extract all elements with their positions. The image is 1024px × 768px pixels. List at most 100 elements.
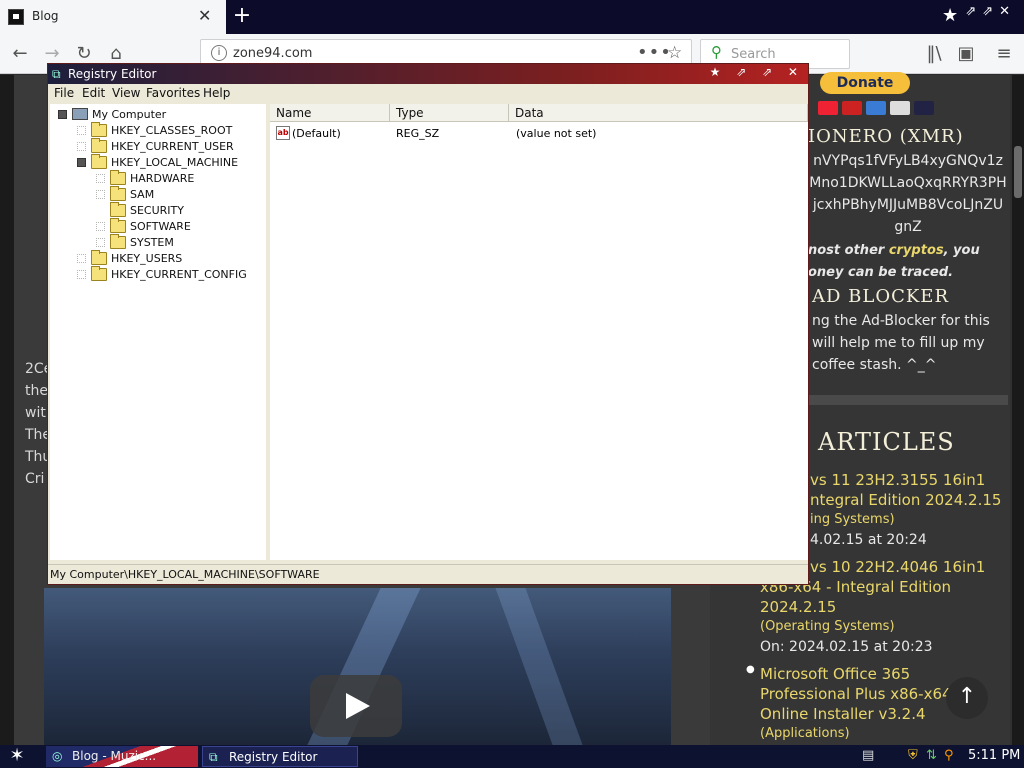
regedit-icon: ⧉ xyxy=(209,750,218,764)
tab-close-icon[interactable]: ✕ xyxy=(198,6,211,25)
folder-icon xyxy=(110,202,126,217)
tree-label: HKEY_LOCAL_MACHINE xyxy=(111,156,239,169)
site-favicon-icon xyxy=(8,9,24,25)
expand-icon[interactable] xyxy=(96,222,105,231)
expand-icon[interactable] xyxy=(77,270,86,279)
article-date: 4.02.15 at 20:24 xyxy=(810,532,927,548)
play-button[interactable] xyxy=(310,675,402,737)
scrollbar-thumb[interactable] xyxy=(1014,146,1022,198)
menu-help[interactable]: Help xyxy=(203,86,230,100)
folder-icon xyxy=(91,138,107,153)
article-item: Microsoft Office 365 Professional Plus x… xyxy=(760,664,962,744)
article-link[interactable]: Online Installer v3.2.4 xyxy=(760,704,962,724)
article-link[interactable]: Professional Plus x86-x64 - xyxy=(760,684,962,704)
tree-label: SECURITY xyxy=(130,204,184,217)
library-icon[interactable]: ‖\ xyxy=(922,42,946,66)
menu-favorites[interactable]: Favorites xyxy=(146,86,200,100)
taskbar-item-regedit[interactable]: ⧉ Registry Editor xyxy=(202,746,358,767)
string-value-icon: ab xyxy=(276,126,290,140)
info-icon[interactable]: i xyxy=(211,45,227,61)
article-category[interactable]: ing Systems) xyxy=(810,510,1001,530)
registry-editor-window: ⧉ Registry Editor ★ ⇗ ⇗ ✕ File Edit View… xyxy=(47,63,809,585)
article-date: On: 2024.02.15 at 20:23 xyxy=(760,639,933,655)
regedit-statusbar: My Computer\HKEY_LOCAL_MACHINE\SOFTWARE xyxy=(48,564,808,584)
browser-window-controls[interactable]: ⇗⇗✕ xyxy=(965,4,1016,19)
article-link[interactable]: 2024.2.15 xyxy=(760,597,985,617)
value-type: REG_SZ xyxy=(396,127,440,140)
tab-title: Blog xyxy=(32,9,59,23)
note-text: oney can be traced. xyxy=(808,265,954,280)
column-header-name[interactable]: Name xyxy=(270,104,390,122)
adblock-heading: AD BLOCKER xyxy=(812,286,950,307)
collapse-icon[interactable] xyxy=(58,110,67,119)
back-arrow-icon[interactable]: ← xyxy=(8,42,32,66)
article-category[interactable]: (Operating Systems) xyxy=(760,617,985,637)
taskbar-item-label: Blog - Muzic... xyxy=(72,749,157,763)
tab-blog[interactable]: Blog ✕ xyxy=(0,0,226,34)
folder-icon xyxy=(110,234,126,249)
values-list[interactable]: Name Type Data ab (Default) REG_SZ (valu… xyxy=(270,104,808,560)
cryptos-link[interactable]: cryptos xyxy=(889,243,944,258)
value-row[interactable]: ab (Default) REG_SZ (value not set) xyxy=(270,124,808,142)
tree-label: SYSTEM xyxy=(130,236,174,249)
folder-icon xyxy=(91,266,107,281)
note-text: nost other xyxy=(808,243,889,258)
scroll-to-top-button[interactable]: ↑ xyxy=(946,677,988,719)
donate-button[interactable]: Donate xyxy=(820,72,910,94)
taskbar-item-browser[interactable]: ◎ Blog - Muzic... xyxy=(46,746,198,767)
sidebar-toggle-icon[interactable]: ▣ xyxy=(954,42,978,66)
open-folder-icon xyxy=(110,218,126,233)
regedit-titlebar[interactable]: ⧉ Registry Editor ★ ⇗ ⇗ ✕ xyxy=(48,64,808,84)
search-tray-icon[interactable]: ⚲ xyxy=(944,748,954,763)
article-category[interactable]: (Applications) xyxy=(760,724,962,744)
collapse-icon[interactable] xyxy=(77,158,86,167)
menu-view[interactable]: View xyxy=(112,86,140,100)
discover-icon xyxy=(890,101,910,115)
bookmark-star-icon[interactable]: ☆ xyxy=(667,43,682,63)
shield-icon[interactable]: ⛨ xyxy=(908,748,918,763)
stage-light xyxy=(495,588,583,745)
regedit-window-controls[interactable]: ★ ⇗ ⇗ ✕ xyxy=(710,65,804,79)
value-data: (value not set) xyxy=(516,127,597,140)
network-icon[interactable]: ⇅ xyxy=(926,748,937,763)
tree-label: HKEY_CURRENT_USER xyxy=(111,140,234,153)
search-placeholder: Search xyxy=(731,47,776,62)
expand-icon[interactable] xyxy=(77,126,86,135)
article-link[interactable]: vs 11 23H2.3155 16in1 xyxy=(810,470,1001,490)
browser-tab-strip: Blog ✕ + ★ ⇗⇗✕ xyxy=(0,0,1024,34)
expand-icon[interactable] xyxy=(96,174,105,183)
registry-tree[interactable]: My Computer HKEY_CLASSES_ROOT HKEY_CURRE… xyxy=(50,104,266,560)
column-header-data[interactable]: Data xyxy=(509,104,808,122)
star-icon: ★ xyxy=(942,5,959,26)
tree-label: HKEY_USERS xyxy=(111,252,183,265)
regedit-menubar: File Edit View Favorites Help xyxy=(48,84,808,102)
menu-icon[interactable]: ≡ xyxy=(992,42,1016,66)
keyboard-icon[interactable]: ▤ xyxy=(862,748,874,763)
maestro-icon xyxy=(842,101,862,115)
new-tab-button[interactable]: + xyxy=(228,2,256,32)
expand-icon[interactable] xyxy=(77,142,86,151)
value-name: (Default) xyxy=(292,127,341,140)
expand-icon[interactable] xyxy=(96,238,105,247)
tree-label: My Computer xyxy=(92,108,167,121)
article-link[interactable]: ntegral Edition 2024.2.15 xyxy=(810,490,1001,510)
menu-file[interactable]: File xyxy=(54,86,74,100)
article-link[interactable]: Microsoft Office 365 xyxy=(760,664,962,684)
adblock-line: coffee stash. ^_^ xyxy=(812,357,937,373)
monero-address: nVYPqs1fVFyLB4xyGNQv1z Mno1DKWLLaoQxqRRY… xyxy=(808,150,1008,238)
system-tray: ▤ ⛨ ⇅ ⚲ 5:11 PM xyxy=(858,745,1024,768)
search-icon: ⚲ xyxy=(711,43,722,61)
monero-note: nost other cryptos, you oney can be trac… xyxy=(808,240,980,284)
adblock-line: will help me to fill up my xyxy=(812,335,985,351)
start-button[interactable]: ✶ xyxy=(4,746,30,767)
expand-icon[interactable] xyxy=(96,190,105,199)
browser-icon: ◎ xyxy=(52,749,63,763)
menu-edit[interactable]: Edit xyxy=(82,86,105,100)
computer-icon xyxy=(72,108,88,120)
expand-icon[interactable] xyxy=(77,254,86,263)
taskbar-item-label: Registry Editor xyxy=(229,750,318,764)
amex-icon xyxy=(866,101,886,115)
column-header-type[interactable]: Type xyxy=(390,104,509,122)
regedit-icon: ⧉ xyxy=(52,67,61,81)
monero-heading: IONERO (XMR) xyxy=(808,126,964,147)
